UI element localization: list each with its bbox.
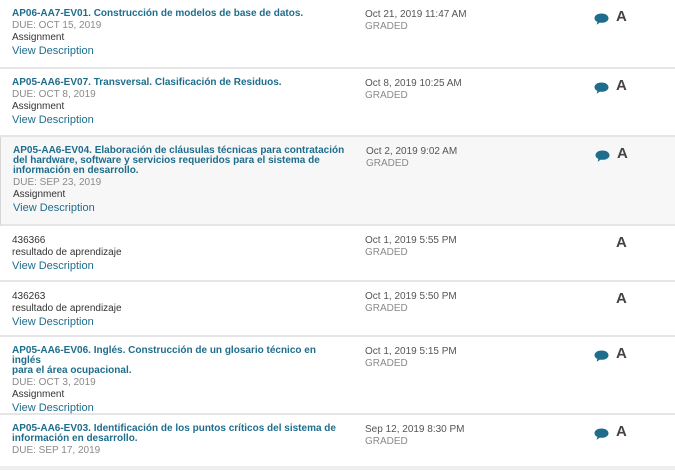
grade-value: A bbox=[616, 8, 627, 25]
due-date: DUE: OCT 3, 2019 bbox=[12, 377, 96, 388]
item-title-link[interactable]: AP06-AA7-EV01. Construcción de modelos d… bbox=[12, 9, 347, 19]
view-description-link[interactable]: View Description bbox=[12, 44, 347, 58]
due-date: DUE: SEP 23, 2019 bbox=[13, 177, 102, 188]
submission-date: Sep 12, 2019 8:30 PM bbox=[365, 424, 465, 435]
comment-icon[interactable] bbox=[594, 13, 609, 25]
item-type: resultado de aprendizaje bbox=[12, 303, 122, 314]
grade-row: AP05-AA6-EV06. Inglés. Construcción de u… bbox=[0, 337, 675, 415]
grade-value: A bbox=[616, 290, 627, 307]
grade-value: A bbox=[616, 345, 627, 362]
comment-icon[interactable] bbox=[594, 350, 609, 362]
item-info: AP05-AA6-EV03. Identificación de los pun… bbox=[12, 424, 347, 457]
item-info: 436366 resultado de aprendizaje View Des… bbox=[12, 235, 347, 273]
grade-cell: A bbox=[592, 78, 632, 98]
grade-value: A bbox=[616, 423, 627, 440]
submission-date: Oct 1, 2019 5:15 PM bbox=[365, 346, 457, 357]
status-label: GRADED bbox=[365, 303, 408, 314]
submission-info: Oct 8, 2019 10:25 AM GRADED bbox=[365, 78, 462, 102]
grade-row: 436263 resultado de aprendizaje View Des… bbox=[0, 282, 675, 337]
due-date: DUE: OCT 8, 2019 bbox=[12, 89, 96, 100]
grade-cell: A bbox=[592, 291, 632, 311]
item-type: Assignment bbox=[13, 189, 66, 200]
grade-cell: A bbox=[592, 235, 632, 255]
grade-cell: A bbox=[593, 146, 633, 166]
submission-info: Oct 1, 2019 5:50 PM GRADED bbox=[365, 291, 457, 315]
item-info: AP05-AA6-EV07. Transversal. Clasificació… bbox=[12, 78, 347, 127]
grade-cell: A bbox=[592, 424, 632, 444]
submission-date: Oct 1, 2019 5:50 PM bbox=[365, 291, 457, 302]
item-id: 436366 bbox=[12, 235, 46, 246]
item-title-line[interactable]: para el área ocupacional. bbox=[12, 366, 347, 376]
grade-value: A bbox=[616, 77, 627, 94]
item-title-line[interactable]: información en desarrollo. bbox=[12, 434, 347, 444]
item-title-line[interactable]: AP05-AA6-EV06. Inglés. Construcción de u… bbox=[12, 346, 347, 366]
comment-icon[interactable] bbox=[595, 150, 610, 162]
item-title-link[interactable]: AP05-AA6-EV07. Transversal. Clasificació… bbox=[12, 78, 347, 88]
status-label: GRADED bbox=[366, 158, 409, 169]
submission-info: Oct 21, 2019 11:47 AM GRADED bbox=[365, 9, 467, 33]
due-date: DUE: OCT 15, 2019 bbox=[12, 20, 102, 31]
status-label: GRADED bbox=[365, 247, 408, 258]
submission-date: Oct 1, 2019 5:55 PM bbox=[365, 235, 457, 246]
item-info: 436263 resultado de aprendizaje View Des… bbox=[12, 291, 347, 329]
view-description-link[interactable]: View Description bbox=[12, 315, 347, 329]
submission-date: Oct 8, 2019 10:25 AM bbox=[365, 78, 462, 89]
status-label: GRADED bbox=[365, 90, 408, 101]
grade-value: A bbox=[616, 234, 627, 251]
item-type: Assignment bbox=[12, 389, 65, 400]
status-label: GRADED bbox=[365, 436, 408, 447]
status-label: GRADED bbox=[365, 358, 408, 369]
grades-list: AP06-AA7-EV01. Construcción de modelos d… bbox=[0, 0, 675, 470]
grade-row: AP05-AA6-EV04. Elaboración de cláusulas … bbox=[0, 137, 675, 226]
grade-row: AP06-AA7-EV01. Construcción de modelos d… bbox=[0, 0, 675, 69]
submission-info: Oct 2, 2019 9:02 AM GRADED bbox=[366, 146, 457, 170]
comment-icon[interactable] bbox=[594, 82, 609, 94]
grade-row: AP05-AA6-EV03. Identificación de los pun… bbox=[0, 415, 675, 470]
view-description-link[interactable]: View Description bbox=[12, 113, 347, 127]
item-type: resultado de aprendizaje bbox=[12, 247, 122, 258]
item-type: Assignment bbox=[12, 101, 65, 112]
view-description-link[interactable]: View Description bbox=[12, 259, 347, 273]
submission-date: Oct 2, 2019 9:02 AM bbox=[366, 146, 458, 157]
due-date: DUE: SEP 17, 2019 bbox=[12, 445, 101, 456]
grade-row: AP05-AA6-EV07. Transversal. Clasificació… bbox=[0, 69, 675, 137]
item-type: Assignment bbox=[12, 32, 65, 43]
item-info: AP06-AA7-EV01. Construcción de modelos d… bbox=[12, 9, 347, 58]
grade-cell: A bbox=[592, 9, 632, 29]
horizontal-scrollbar[interactable] bbox=[0, 466, 675, 470]
comment-icon[interactable] bbox=[594, 428, 609, 440]
grade-value: A bbox=[617, 145, 628, 162]
item-id: 436263 bbox=[12, 291, 46, 302]
submission-date: Oct 21, 2019 11:47 AM bbox=[365, 9, 467, 20]
submission-info: Oct 1, 2019 5:55 PM GRADED bbox=[365, 235, 457, 259]
submission-info: Oct 1, 2019 5:15 PM GRADED bbox=[365, 346, 457, 370]
item-info: AP05-AA6-EV06. Inglés. Construcción de u… bbox=[12, 346, 347, 415]
submission-info: Sep 12, 2019 8:30 PM GRADED bbox=[365, 424, 465, 448]
item-info: AP05-AA6-EV04. Elaboración de cláusulas … bbox=[13, 146, 348, 215]
grade-row: 436366 resultado de aprendizaje View Des… bbox=[0, 226, 675, 282]
view-description-link[interactable]: View Description bbox=[13, 201, 348, 215]
grade-cell: A bbox=[592, 346, 632, 366]
view-description-link[interactable]: View Description bbox=[12, 401, 347, 415]
item-title-line[interactable]: información en desarrollo. bbox=[13, 166, 348, 176]
status-label: GRADED bbox=[365, 21, 408, 32]
